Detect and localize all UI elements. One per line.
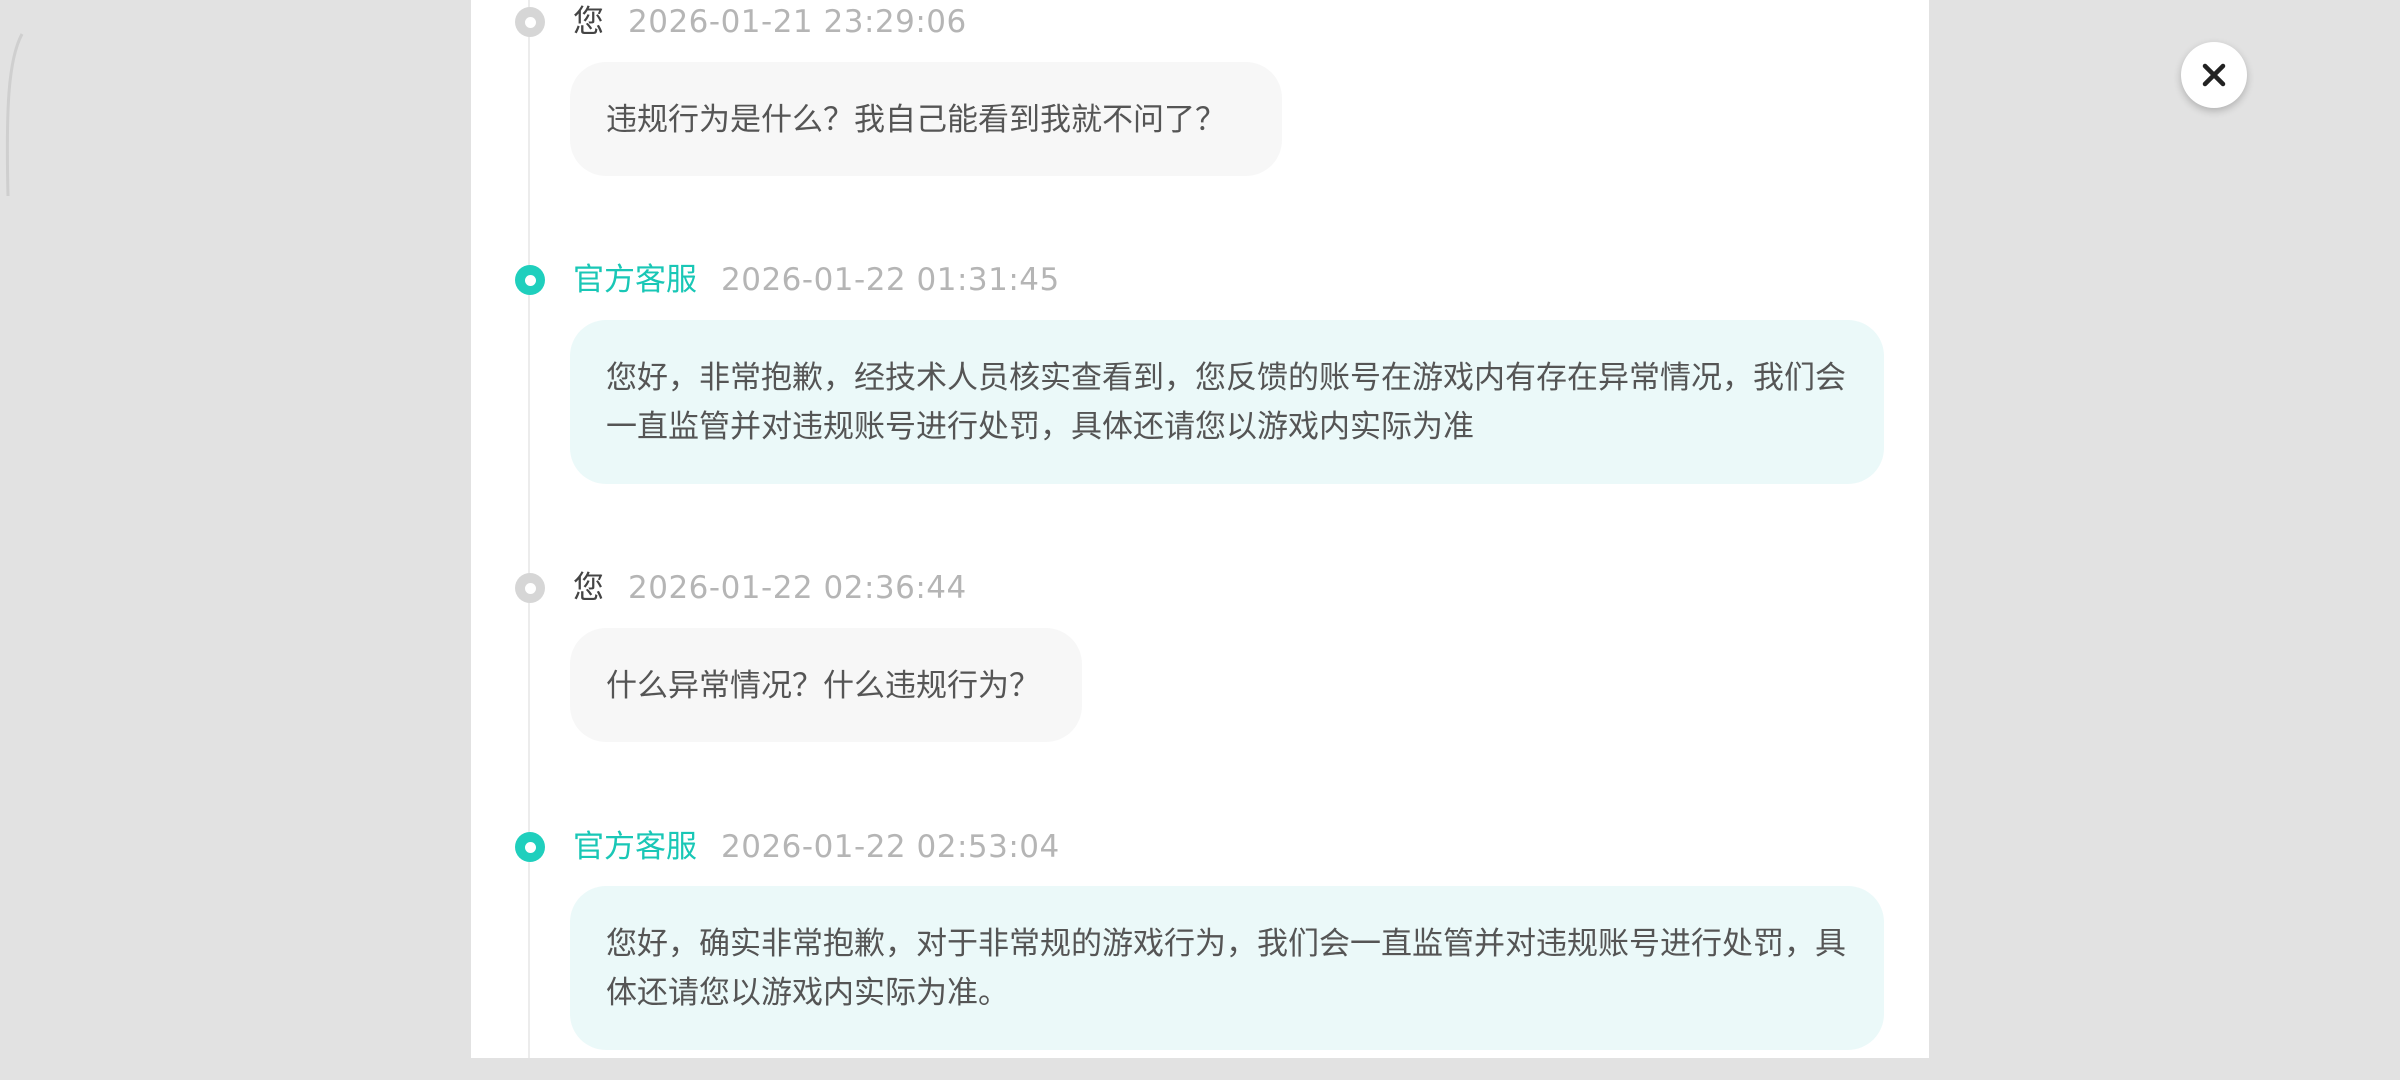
message-author: 官方客服 [573, 829, 697, 865]
close-button[interactable] [2181, 42, 2247, 108]
message-author: 您 [573, 570, 604, 606]
message-header: 官方客服 2026-01-22 01:31:45 [515, 262, 1060, 298]
message-header: 您 2026-01-22 02:36:44 [515, 570, 967, 606]
message-header: 官方客服 2026-01-22 02:53:04 [515, 829, 1060, 865]
message-author: 您 [573, 4, 604, 40]
message-bubble: 什么异常情况？什么违规行为？ [570, 628, 1082, 742]
agent-timeline-dot-icon [515, 265, 545, 295]
user-timeline-dot-icon [515, 573, 545, 603]
message-header: 您 2026-01-21 23:29:06 [515, 4, 967, 40]
message-timestamp: 2026-01-22 02:36:44 [628, 570, 967, 606]
message-author: 官方客服 [573, 262, 697, 298]
agent-timeline-dot-icon [515, 832, 545, 862]
message-bubble: 您好，确实非常抱歉，对于非常规的游戏行为，我们会一直监管并对违规账号进行处罚，具… [570, 886, 1884, 1050]
message-bubble: 违规行为是什么？我自己能看到我就不问了？ [570, 62, 1282, 176]
user-timeline-dot-icon [515, 7, 545, 37]
message-timestamp: 2026-01-21 23:29:06 [628, 4, 967, 40]
conversation-panel[interactable]: 您 2026-01-21 23:29:06 违规行为是什么？我自己能看到我就不问… [471, 0, 1929, 1058]
edge-curve-decoration [5, 33, 24, 197]
message-timestamp: 2026-01-22 01:31:45 [721, 262, 1060, 298]
message-bubble: 您好，非常抱歉，经技术人员核实查看到，您反馈的账号在游戏内有存在异常情况，我们会… [570, 320, 1884, 484]
timeline-line [528, 0, 530, 1058]
message-timestamp: 2026-01-22 02:53:04 [721, 829, 1060, 865]
close-icon [2202, 63, 2226, 87]
